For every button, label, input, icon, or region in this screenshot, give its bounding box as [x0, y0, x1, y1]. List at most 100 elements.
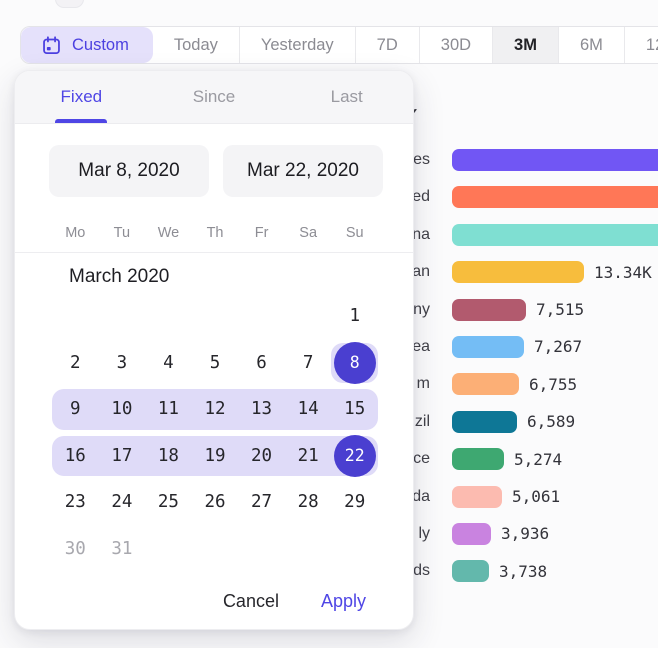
- chart-value-label: 13.34K: [594, 263, 652, 282]
- calendar-day-31[interactable]: 31: [99, 526, 146, 573]
- tab-since[interactable]: Since: [148, 71, 281, 123]
- day-number: 2: [70, 353, 81, 373]
- calendar-day-29[interactable]: 29: [331, 479, 378, 526]
- calendar-day-empty: [145, 293, 192, 340]
- day-number: 7: [303, 353, 314, 373]
- day-number: 13: [251, 399, 272, 419]
- calendar-day-22[interactable]: 22: [331, 433, 378, 480]
- day-number: 25: [158, 492, 179, 512]
- active-tab-underline: [55, 119, 107, 123]
- chart-bar[interactable]: [452, 336, 524, 358]
- day-number: 18: [158, 446, 179, 466]
- chart-value-label: 7,267: [534, 337, 582, 356]
- segment-7d[interactable]: 7D: [355, 27, 419, 63]
- day-number: 10: [111, 399, 132, 419]
- calendar-day-24[interactable]: 24: [99, 479, 146, 526]
- calendar-day-1[interactable]: 1: [331, 293, 378, 340]
- segment-3m[interactable]: 3M: [492, 27, 558, 63]
- day-number: 22: [345, 446, 365, 465]
- day-number: 14: [298, 399, 319, 419]
- chart-value-label: 6,755: [529, 375, 577, 394]
- chart-bar[interactable]: [452, 186, 658, 208]
- date-picker-tabs: Fixed Since Last: [15, 71, 413, 124]
- weekday-su: Su: [331, 225, 378, 241]
- chart-bar[interactable]: [452, 560, 489, 582]
- chart-bar[interactable]: [452, 448, 504, 470]
- date-range-inputs: Mar 8, 2020 Mar 22, 2020: [49, 145, 383, 197]
- day-number: 26: [204, 492, 225, 512]
- calendar-day-empty: [192, 526, 239, 573]
- calendar-day-12[interactable]: 12: [192, 386, 239, 433]
- day-number: 3: [117, 353, 128, 373]
- chart-bar[interactable]: [452, 411, 517, 433]
- apply-button[interactable]: Apply: [321, 591, 366, 612]
- calendar-day-5[interactable]: 5: [192, 340, 239, 387]
- calendar-day-17[interactable]: 17: [99, 433, 146, 480]
- calendar-day-20[interactable]: 20: [238, 433, 285, 480]
- segment-12m[interactable]: 12M: [624, 27, 658, 63]
- day-number: 4: [163, 353, 174, 373]
- calendar-day-14[interactable]: 14: [285, 386, 332, 433]
- segment-yesterday[interactable]: Yesterday: [239, 27, 355, 63]
- calendar-day-10[interactable]: 10: [99, 386, 146, 433]
- calendar-day-8[interactable]: 8: [331, 340, 378, 387]
- calendar-day-2[interactable]: 2: [52, 340, 99, 387]
- day-number: 20: [251, 446, 272, 466]
- day-number: 21: [298, 446, 319, 466]
- calendar-day-15[interactable]: 15: [331, 386, 378, 433]
- day-number: 17: [111, 446, 132, 466]
- time-range-segmented-control: Custom Today Yesterday 7D 30D 3M 6M 12M: [20, 26, 658, 64]
- month-title: March 2020: [69, 266, 169, 288]
- chart-bar[interactable]: [452, 224, 658, 246]
- calendar-day-6[interactable]: 6: [238, 340, 285, 387]
- weekday-divider: [15, 252, 413, 253]
- calendar-day-25[interactable]: 25: [145, 479, 192, 526]
- end-date-input[interactable]: Mar 22, 2020: [223, 145, 383, 197]
- calendar-day-9[interactable]: 9: [52, 386, 99, 433]
- day-number: 6: [256, 353, 267, 373]
- calendar-day-19[interactable]: 19: [192, 433, 239, 480]
- calendar-day-28[interactable]: 28: [285, 479, 332, 526]
- chart-bar[interactable]: [452, 486, 502, 508]
- calendar-day-11[interactable]: 11: [145, 386, 192, 433]
- calendar-day-18[interactable]: 18: [145, 433, 192, 480]
- calendar-day-23[interactable]: 23: [52, 479, 99, 526]
- day-number: 29: [344, 492, 365, 512]
- calendar-day-7[interactable]: 7: [285, 340, 332, 387]
- cancel-button[interactable]: Cancel: [223, 591, 279, 612]
- chart-bar[interactable]: [452, 373, 519, 395]
- calendar-day-empty: [238, 293, 285, 340]
- segment-today[interactable]: Today: [153, 27, 239, 63]
- chart-bar[interactable]: [452, 149, 658, 171]
- tab-fixed[interactable]: Fixed: [15, 71, 148, 123]
- calendar-day-empty: [285, 526, 332, 573]
- weekday-mo: Mo: [52, 225, 99, 241]
- calendar-day-27[interactable]: 27: [238, 479, 285, 526]
- chart-value-label: 6,589: [527, 412, 575, 431]
- calendar-day-16[interactable]: 16: [52, 433, 99, 480]
- start-date-input[interactable]: Mar 8, 2020: [49, 145, 209, 197]
- day-number: 8: [350, 353, 360, 372]
- day-number: 5: [210, 353, 221, 373]
- chart-bar[interactable]: [452, 523, 491, 545]
- calendar-day-4[interactable]: 4: [145, 340, 192, 387]
- segment-30d[interactable]: 30D: [419, 27, 492, 63]
- day-number: 16: [65, 446, 86, 466]
- calendar-day-empty: [238, 526, 285, 573]
- calendar-icon: [41, 35, 62, 56]
- calendar-day-empty: [145, 526, 192, 573]
- chart-bar[interactable]: [452, 299, 526, 321]
- day-number: 11: [158, 399, 179, 419]
- calendar-day-3[interactable]: 3: [99, 340, 146, 387]
- segment-custom-label: Custom: [72, 36, 129, 55]
- calendar-grid: 1234567891011121314151617181920212223242…: [52, 293, 378, 572]
- segment-custom[interactable]: Custom: [21, 27, 153, 63]
- calendar-day-21[interactable]: 21: [285, 433, 332, 480]
- calendar-day-13[interactable]: 13: [238, 386, 285, 433]
- weekday-th: Th: [192, 225, 239, 241]
- segment-6m[interactable]: 6M: [558, 27, 624, 63]
- tab-last[interactable]: Last: [280, 71, 413, 123]
- calendar-day-26[interactable]: 26: [192, 479, 239, 526]
- calendar-day-30[interactable]: 30: [52, 526, 99, 573]
- chart-bar[interactable]: [452, 261, 584, 283]
